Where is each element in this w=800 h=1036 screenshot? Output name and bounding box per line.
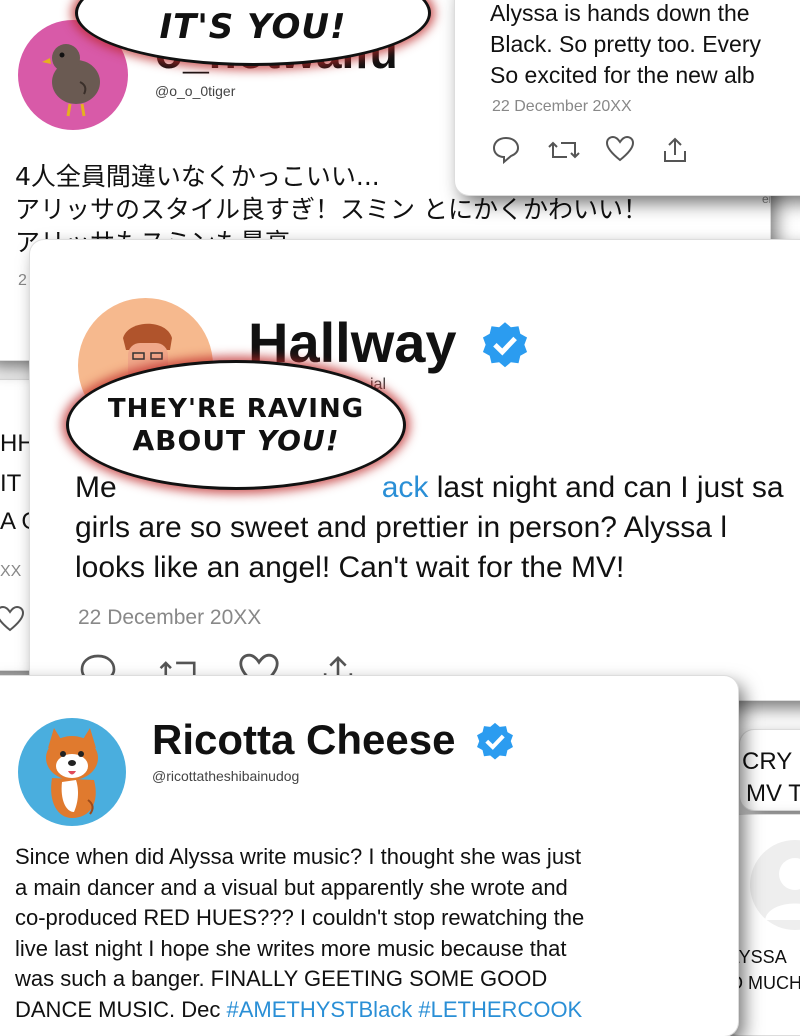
tweet-line-3: looks like an angel! Can't wait for the … [75,551,625,584]
date-fragment-tiger: 2 [18,272,27,289]
reply-icon[interactable] [491,135,521,165]
hashtag-link[interactable]: #AMETHYSTBlack #LETHERCOOK [226,997,582,1022]
verified-badge-icon [483,322,528,368]
fragment-mv: MV T [746,780,800,807]
tweet-line: live last night I hope she writes more m… [15,935,567,961]
verified-badge-icon [477,722,514,760]
bubble-text-top: IT'S YOU! [159,7,347,47]
partial-tweet-right-top: CRY MV T [740,730,800,810]
fragment-xx: XX [0,563,22,580]
tweet-line: co-produced RED HUES??? I couldn't stop … [15,905,585,930]
fragment-dmuch: D MUCH [730,973,800,993]
display-name-ricotta[interactable]: Ricotta Cheese [152,716,517,765]
fragment-it: IT [0,470,22,497]
tweet-line: a main dancer and a visual but apparentl… [15,874,568,900]
tweet-date-hallway: 22 December 20XX [78,606,262,629]
fragment-cry: CRY [742,748,793,775]
retweet-icon[interactable] [547,135,581,165]
mention-link[interactable]: ack [382,471,429,504]
bubble-line-2: ABOUT YOU! [133,424,340,457]
tweet-line: アリッサのスタイル良すぎ！スミン とにかくかわいい！ [15,195,648,224]
handle-ricotta[interactable]: @ricottatheshibainudog [152,768,299,784]
tweet-body-ricotta: Since when did Alyssa write music? I tho… [15,842,584,1025]
share-icon[interactable] [661,135,689,165]
tweet-line: Alyssa is hands down the [490,0,750,26]
bubble-word-about: ABOUT [132,423,247,457]
tweet-line: was such a banger. FINALLY GEETING SOME … [15,966,548,991]
body-prefix: DANCE MUSIC. Dec [15,996,221,1022]
tweet-line: Since when did Alyssa write music? I tho… [15,844,582,869]
handle-tiger[interactable]: @o_o_0tiger [155,83,235,99]
tweet-line: Black. So pretty too. Every [490,31,762,57]
bubble-word-you: YOU! [256,423,340,457]
person-icon [765,858,800,920]
heart-icon[interactable] [0,605,25,633]
tweet-body-top-right: Alyssa is hands down the Black. So prett… [490,0,761,91]
shiba-dog-icon [46,728,98,818]
bubble-line-1: THEY'RE RAVING [107,393,365,424]
display-name-text: Ricotta Cheese [152,716,456,763]
tweet-card-top-right: Alyssa is hands down the Black. So prett… [455,0,800,195]
tweet-date: 22 December 20XX [492,98,632,115]
speech-bubble-main: THEY'RE RAVING ABOUT YOU! [66,360,406,490]
tweet-card-ricotta: Ricotta Cheese @ricottatheshibainudog Si… [0,676,738,1036]
tweet-line-last: DANCE MUSIC. Dec #AMETHYSTBlack #LETHERC… [15,995,584,1026]
avatar-ricotta[interactable] [18,718,126,826]
default-avatar [750,840,800,930]
heart-icon[interactable] [605,135,635,163]
body-prefix: Me [75,471,117,504]
tweet-line: So excited for the new alb [490,62,755,88]
tweet-actions [491,135,689,165]
fragment-lyssa: LYSSA [730,947,787,967]
body-suffix: last night and can I just sa [436,471,784,504]
tweet-line-2: girls are so sweet and prettier in perso… [75,511,727,544]
